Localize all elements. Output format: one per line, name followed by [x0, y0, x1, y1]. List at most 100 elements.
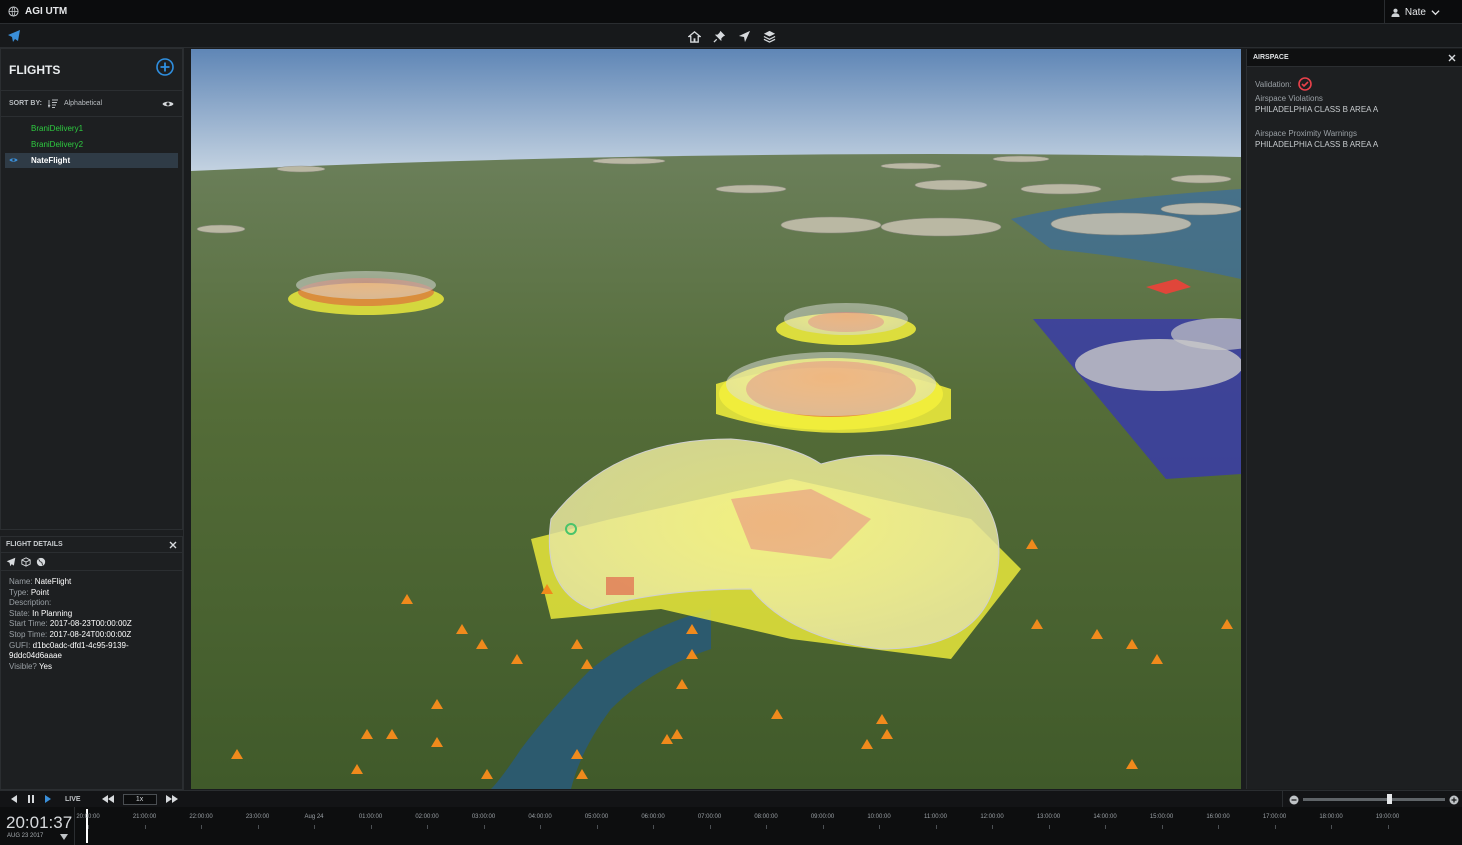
live-button[interactable]: LIVE — [65, 796, 81, 803]
plane-icon[interactable] — [6, 557, 16, 567]
app-title: AGI UTM — [25, 6, 68, 17]
globe-icon[interactable] — [36, 557, 46, 567]
timeline-tick-label: 11:00:00 — [924, 814, 947, 820]
zoom-out-icon[interactable] — [1289, 795, 1299, 805]
timeline-tick-mark — [314, 825, 315, 829]
detail-row: Description: — [9, 598, 174, 609]
flight-details-header: FLIGHT DETAILS — [1, 537, 182, 553]
globe-icon — [8, 6, 19, 17]
timeline-tick-label: 01:00:00 — [358, 814, 383, 820]
add-flight-button[interactable] — [156, 58, 174, 81]
timeline-tick-label: 13:00:00 — [1036, 814, 1061, 820]
home-button[interactable] — [686, 28, 702, 44]
detail-row: State: In Planning — [9, 609, 174, 620]
timeline-tick-mark — [370, 825, 372, 829]
fast-forward-icon[interactable] — [165, 795, 178, 803]
app-brand: AGI UTM — [0, 6, 67, 17]
airspace-panel: AIRSPACE Validation: Airspace Violations… — [1246, 49, 1462, 789]
timeline-tick-mark — [653, 825, 654, 829]
flights-mode-button[interactable] — [6, 28, 22, 44]
main-toolbar — [0, 24, 1462, 48]
detail-key: Name: — [9, 577, 33, 586]
timeline-tick-mark — [1161, 825, 1163, 829]
playback-controls: LIVE 1x — [0, 793, 178, 805]
timeline-tick-mark — [992, 825, 993, 829]
step-back-icon[interactable] — [10, 795, 18, 803]
timeline-tick-label: 03:00:00 — [471, 814, 496, 820]
add-circle-icon — [156, 58, 174, 76]
timeline-tick-mark — [257, 825, 259, 829]
timeline-tick-label: Aug 24 — [304, 814, 324, 820]
play-icon[interactable] — [44, 795, 52, 803]
detail-key: Type: — [9, 587, 29, 597]
map-viewport[interactable] — [191, 49, 1241, 789]
sort-row: SORT BY: Alphabetical — [1, 91, 182, 117]
timeline-tick-label: 21:00:00 — [132, 814, 157, 820]
flights-panel: FLIGHTS SORT BY: Alphabetical BraniDeliv… — [0, 48, 183, 530]
airspace-header: AIRSPACE — [1247, 49, 1462, 67]
user-menu[interactable]: Nate — [1383, 0, 1446, 24]
sort-icon[interactable] — [47, 99, 58, 108]
chevron-down-icon[interactable] — [60, 834, 68, 840]
timeline-tick-mark — [427, 825, 428, 829]
playback-bar: LIVE 1x — [0, 790, 1462, 808]
timeline-tick-label: 15:00:00 — [1149, 814, 1174, 820]
flight-list: BraniDelivery1 BraniDelivery2 NateFlight — [1, 117, 182, 173]
detail-key: State: — [9, 608, 30, 618]
flight-item-branidelivery1[interactable]: BraniDelivery1 — [5, 121, 178, 136]
pin-button[interactable] — [711, 28, 727, 44]
left-sidebar: FLIGHTS SORT BY: Alphabetical BraniDeliv… — [0, 48, 184, 790]
warnings-value: PHILADELPHIA CLASS B AREA A — [1255, 139, 1379, 149]
validation-label: Validation: — [1255, 79, 1292, 89]
timeline-tick-label: 22:00:00 — [189, 814, 213, 820]
violations-label: Airspace Violations — [1255, 94, 1323, 103]
detail-key: Start Time: — [9, 619, 48, 629]
home-icon — [687, 30, 701, 43]
speed-input[interactable]: 1x — [122, 793, 157, 805]
violations-group: Airspace Violations PHILADELPHIA CLASS B… — [1255, 94, 1454, 115]
timeline-tick-mark — [879, 825, 880, 829]
timeline-tick-label: 19:00:00 — [1375, 814, 1400, 820]
zoom-in-icon[interactable] — [1449, 795, 1459, 805]
navigate-icon — [738, 30, 750, 42]
timeline-tick-mark — [1331, 825, 1332, 829]
timeline-tick-label: 14:00:00 — [1093, 814, 1117, 820]
sort-value[interactable]: Alphabetical — [64, 100, 102, 107]
eye-icon[interactable] — [162, 100, 174, 108]
timeline-tick-label: 04:00:00 — [528, 814, 552, 820]
flight-details-tools — [1, 553, 182, 571]
timeline[interactable]: 20:01:37 AUG 23 2017 20:00:00 21:00:00 22:… — [0, 807, 1462, 845]
detail-row: Name: NateFlight — [9, 577, 174, 588]
pause-icon[interactable] — [27, 795, 35, 803]
zoom-slider-thumb[interactable] — [1387, 794, 1392, 804]
timeline-tick-mark — [483, 825, 485, 829]
detail-row: Stop Time: 2017-08-24T00:00:00Z — [9, 630, 174, 641]
navigate-button[interactable] — [736, 28, 752, 44]
map-scene[interactable] — [191, 49, 1241, 789]
current-date: AUG 23 2017 — [7, 833, 44, 839]
app-header: AGI UTM Nate — [0, 0, 1462, 24]
zoom-slider[interactable] — [1303, 794, 1445, 804]
flight-item-branidelivery2[interactable]: BraniDelivery2 — [5, 137, 178, 152]
timeline-tick-label: 07:00:00 — [697, 814, 722, 820]
timeline-ticks[interactable]: 20:00:00 21:00:00 22:00:00 23:00:00 Aug 24 01… — [76, 807, 1462, 845]
timeline-tick-mark — [1387, 825, 1389, 829]
close-icon[interactable] — [1448, 54, 1456, 62]
flights-title: FLIGHTS — [9, 62, 61, 77]
timeline-tick-mark — [144, 825, 146, 829]
timeline-tick-mark — [935, 825, 937, 829]
rewind-icon[interactable] — [101, 795, 114, 803]
close-icon[interactable] — [169, 541, 177, 549]
layers-button[interactable] — [761, 28, 777, 44]
flight-item-nateflight[interactable]: NateFlight — [5, 153, 178, 168]
timeline-tick-mark — [1105, 825, 1106, 829]
detail-key: Description: — [9, 598, 52, 608]
warnings-label: Airspace Proximity Warnings — [1255, 129, 1357, 138]
detail-row: GUFI: d1bc0adc-dfd1-4c95-9139-9ddc04d6aa… — [9, 641, 174, 662]
cube-icon[interactable] — [21, 556, 31, 567]
flight-name: BraniDelivery1 — [31, 124, 84, 133]
flights-header: FLIGHTS — [1, 49, 182, 91]
detail-key: GUFI: — [9, 640, 31, 650]
eye-icon[interactable] — [9, 157, 18, 163]
flight-name: BraniDelivery2 — [31, 140, 84, 149]
